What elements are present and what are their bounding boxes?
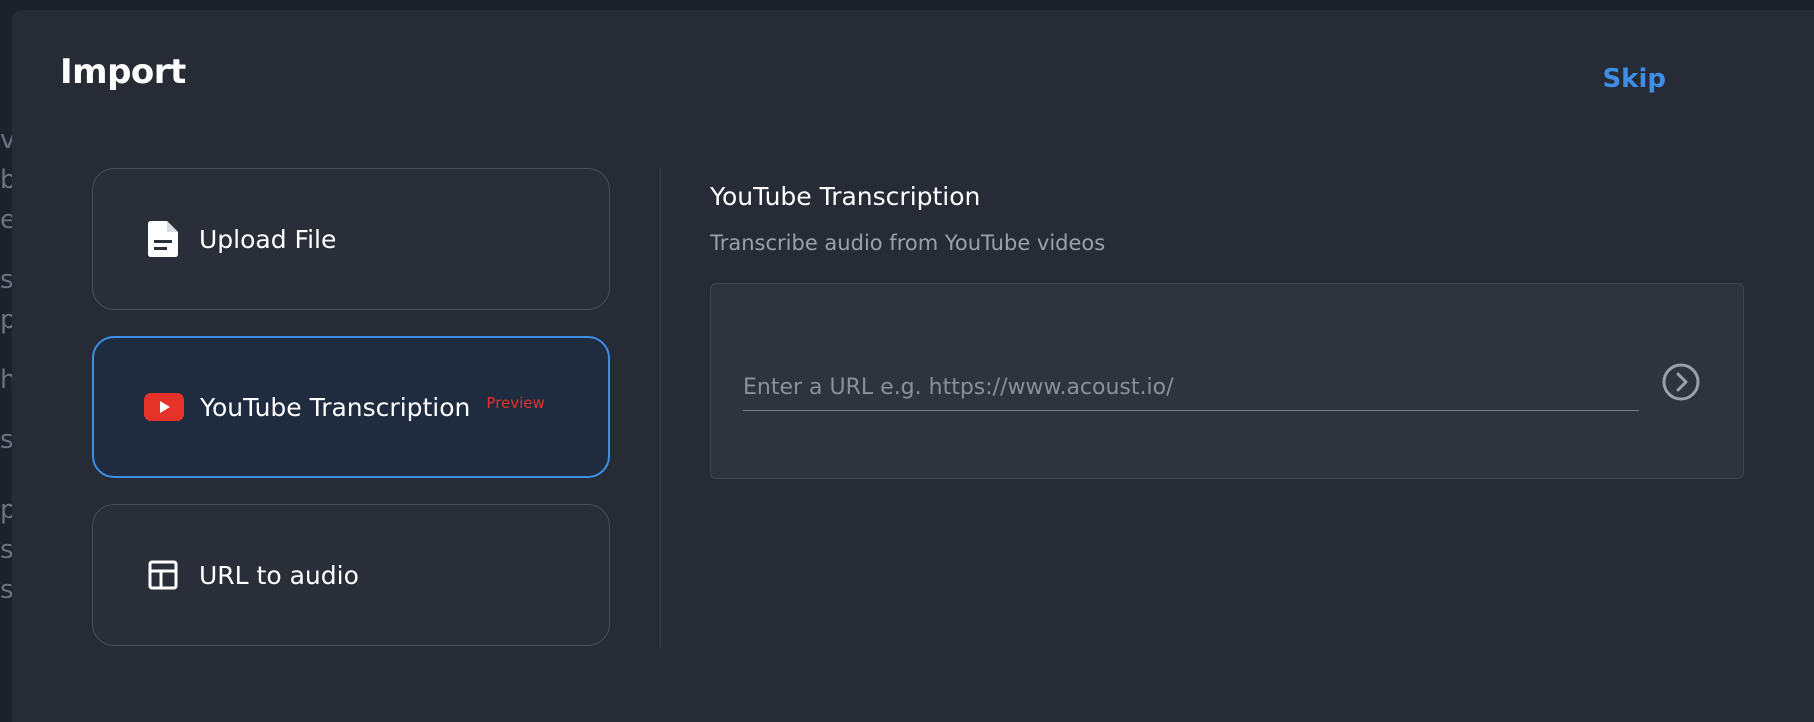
option-label: URL to audio: [199, 560, 359, 590]
option-label: Upload File: [199, 224, 337, 254]
youtube-transcription-panel: YouTube Transcription Transcribe audio f…: [710, 168, 1744, 479]
option-url-to-audio[interactable]: URL to audio: [92, 504, 610, 646]
panel-subtitle: Transcribe audio from YouTube videos: [710, 231, 1106, 255]
option-upload-file[interactable]: Upload File: [92, 168, 610, 310]
skip-button[interactable]: Skip: [1594, 60, 1674, 98]
youtube-icon: [144, 387, 184, 427]
layout-icon: [143, 555, 183, 595]
import-options-list: Upload File YouTube Transcription Previe…: [92, 168, 610, 672]
import-modal: Import Skip Upload File YouTube Transcri…: [12, 10, 1814, 722]
submit-url-button[interactable]: [1661, 362, 1701, 402]
option-youtube-transcription[interactable]: YouTube Transcription Preview: [92, 336, 610, 478]
modal-title: Import: [60, 52, 186, 92]
url-input-box: [710, 283, 1744, 479]
arrow-circle-right-icon: [1662, 363, 1700, 401]
vertical-divider: [660, 168, 661, 648]
panel-title: YouTube Transcription: [710, 182, 981, 211]
document-icon: [143, 219, 183, 259]
url-input[interactable]: [743, 364, 1639, 411]
option-label: YouTube Transcription: [200, 392, 471, 422]
preview-badge: Preview: [486, 394, 545, 412]
